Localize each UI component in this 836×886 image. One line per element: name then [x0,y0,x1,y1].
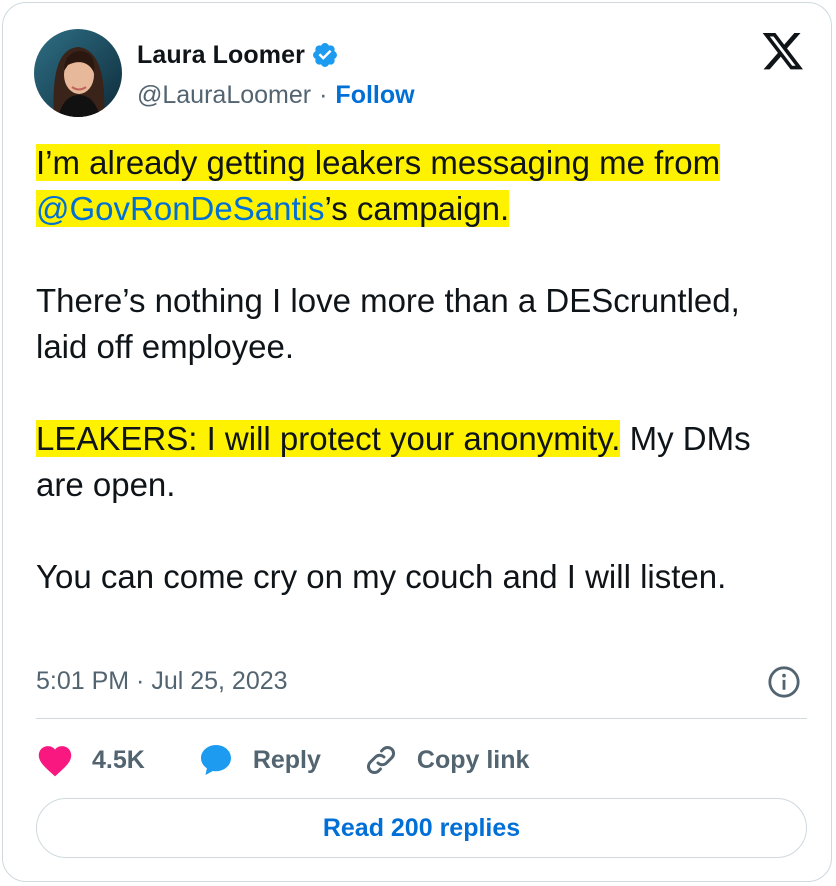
mention-link[interactable]: @GovRonDeSantis [36,190,324,227]
tweet-paragraph-4: You can come cry on my couch and I will … [36,558,727,595]
heart-icon [38,746,72,777]
link-icon [366,746,395,774]
info-icon[interactable] [767,665,801,699]
tweet-text: I’m already getting leakers messaging me… [36,140,796,600]
tweet-paragraph-3: LEAKERS: I will protect your anonymity. … [36,416,796,508]
reply-label: Reply [252,745,321,774]
action-bar: 4.5K Reply Copy link [36,737,529,783]
author-handle-row: @LauraLoomer · Follow [137,79,415,111]
copy-link-label: Copy link [416,745,530,774]
read-replies-button[interactable]: Read 200 replies [36,798,807,858]
tweet-text-segment: ’s campaign. [324,190,510,227]
copy-link-button[interactable]: Copy link [363,742,530,778]
like-button[interactable]: 4.5K [36,743,145,777]
separator-dot: · [319,80,328,109]
tweet-timestamp[interactable]: 5:01 PM · Jul 25, 2023 [36,663,288,699]
author-handle[interactable]: @LauraLoomer [137,81,311,110]
avatar[interactable] [34,29,122,117]
tweet-paragraph-1: I’m already getting leakers messaging me… [36,140,796,232]
avatar-image [34,29,122,117]
divider [36,718,807,719]
tweet-embed-card: Laura Loomer @LauraLoomer · Follow I’m a… [2,2,832,882]
reply-bubble-icon [200,745,231,775]
author-name[interactable]: Laura Loomer [137,41,305,70]
highlighted-text: LEAKERS: I will protect your anonymity. [36,420,621,457]
tweet-paragraph-2: There’s nothing I love more than a DEScr… [36,282,740,365]
follow-link[interactable]: Follow [335,81,414,110]
tweet-text-segment: I’m already getting leakers messaging me… [36,144,721,181]
x-logo-icon[interactable] [761,33,805,73]
reply-button[interactable]: Reply [197,742,321,778]
highlighted-text: I’m already getting leakers messaging me… [36,144,721,227]
like-count: 4.5K [92,745,145,774]
verified-badge-icon [312,43,337,67]
author-name-row: Laura Loomer [137,39,339,71]
